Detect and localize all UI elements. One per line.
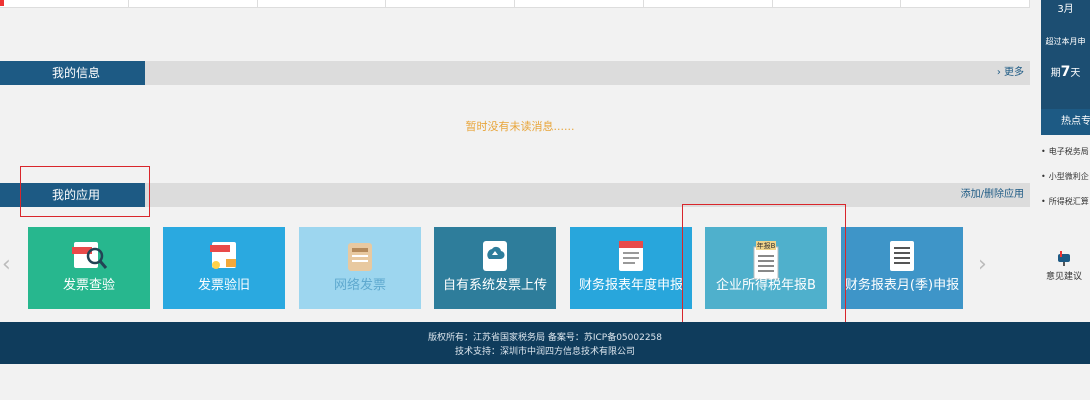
calendar-notice: 超过本月申 bbox=[1045, 37, 1086, 46]
footer-copyright: 版权所有：江苏省国家税务局 备案号：苏ICP备05002258 bbox=[427, 333, 663, 343]
hot-topic-item[interactable]: 所得税汇算 bbox=[1041, 196, 1090, 207]
top-table bbox=[0, 0, 1030, 8]
hot-topics-title: 热点专 bbox=[1041, 109, 1090, 135]
prev-arrow-icon[interactable]: ‹ bbox=[2, 252, 11, 277]
red-corner-mark bbox=[0, 0, 4, 6]
invoice-verify-icon bbox=[204, 239, 244, 277]
days-prefix: 期 bbox=[1050, 68, 1061, 79]
footer: 版权所有：江苏省国家税务局 备案号：苏ICP备05002258 技术支持：深圳市… bbox=[0, 322, 1090, 364]
annual-report-icon bbox=[615, 239, 647, 277]
footer-support: 技术支持：深圳市中润四方信息技术有限公司 bbox=[454, 347, 635, 357]
app-tile-invoice-check[interactable]: 发票查验 bbox=[28, 227, 150, 309]
app-label: 财务报表月(季)申报 bbox=[844, 278, 960, 293]
monthly-report-icon bbox=[887, 239, 917, 277]
days-suffix: 天 bbox=[1070, 68, 1081, 79]
app-label: 发票查验 bbox=[62, 278, 115, 293]
hot-topic-item[interactable]: 小型微利企 bbox=[1041, 171, 1090, 182]
app-tile-annual-financial-report[interactable]: 财务报表年度申报 bbox=[570, 227, 692, 309]
manage-apps-link[interactable]: 添加/删除应用 bbox=[961, 183, 1024, 207]
more-link[interactable]: › 更多 bbox=[997, 61, 1024, 85]
app-label: 财务报表年度申报 bbox=[578, 278, 683, 293]
feedback-label: 意见建议 bbox=[1045, 272, 1082, 282]
highlight-box-my-apps bbox=[20, 166, 150, 217]
app-tile-network-invoice[interactable]: 网络发票 bbox=[299, 227, 421, 309]
mailbox-icon bbox=[1040, 250, 1088, 269]
feedback-button[interactable]: 意见建议 bbox=[1040, 250, 1088, 282]
invoice-search-icon bbox=[69, 239, 109, 277]
empty-message: 暂时没有未读消息...... bbox=[465, 120, 575, 133]
network-invoice-icon bbox=[342, 239, 378, 279]
hot-topic-item[interactable]: 电子税务局 bbox=[1041, 146, 1090, 157]
tax-calendar: 3月 超过本月申 期7天 bbox=[1041, 0, 1090, 126]
highlight-box-income-tax bbox=[682, 204, 846, 323]
next-arrow-icon[interactable]: › bbox=[978, 252, 987, 277]
my-info-title: 我的信息 bbox=[0, 61, 145, 85]
app-tile-monthly-financial-report[interactable]: 财务报表月(季)申报 bbox=[841, 227, 963, 309]
app-tile-invoice-verify[interactable]: 发票验旧 bbox=[163, 227, 285, 309]
app-tile-invoice-upload[interactable]: 自有系统发票上传 bbox=[434, 227, 556, 309]
app-label: 发票验旧 bbox=[197, 278, 250, 293]
upload-icon bbox=[480, 239, 510, 277]
my-info-bar: 我的信息 › 更多 bbox=[0, 61, 1030, 85]
app-label: 网络发票 bbox=[333, 278, 386, 293]
days-number: 7 bbox=[1060, 64, 1071, 80]
app-label: 自有系统发票上传 bbox=[442, 278, 547, 293]
calendar-month: 3月 bbox=[1057, 4, 1074, 15]
my-apps-bar: 我的应用 添加/删除应用 bbox=[0, 183, 1030, 207]
